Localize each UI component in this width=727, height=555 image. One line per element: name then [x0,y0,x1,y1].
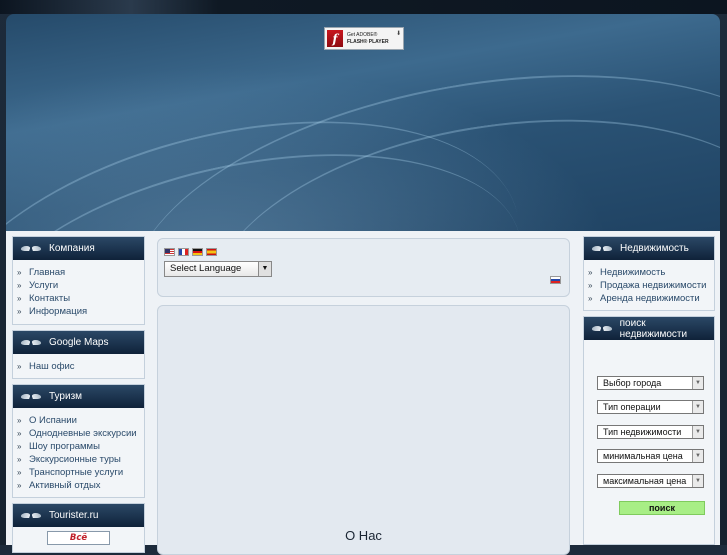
flash-get-text: Get ADOBE® [347,31,378,38]
property-type-select[interactable]: Тип недвижимости ▼ [597,425,704,439]
language-select-value: Select Language [170,263,242,274]
city-select[interactable]: Выбор города ▼ [597,376,704,390]
flash-logo-icon: f [327,30,343,47]
main-content-panel: О Нас [157,305,570,555]
get-flash-player-badge[interactable]: f Get ADOBE® FLASH® PLAYER ⬇ [324,27,404,50]
language-panel: Select Language ▼ [157,238,570,297]
search-button[interactable]: поиск [619,501,705,515]
menu-link-realty-rent[interactable]: » Аренда недвижимости [588,292,714,305]
double-arrow-icon: » [17,481,21,490]
menu-link-excursion-tours[interactable]: » Экскурсионные туры [17,453,144,466]
company-menu: Компания » Главная » Услуги » Контакты » Инф… [12,236,145,325]
tourism-header: Туризм [13,385,144,408]
max-price-select[interactable]: максимальная цена ▼ [597,474,704,488]
menu-link-office[interactable]: » Наш офис [17,360,144,373]
menu-link-info[interactable]: » Информация [17,305,144,318]
tourister-title: Tourister.ru [49,510,99,521]
realty-title: Недвижимость [620,243,689,254]
realty-menu: Недвижимость » Недвижимость » Продажа недв… [583,236,715,311]
menu-link-shows[interactable]: » Шоу программы [17,440,144,453]
company-menu-header: Компания [13,237,144,260]
chevron-down-icon: ▼ [258,262,271,276]
wings-icon [21,244,41,254]
tourism-menu: Туризм » О Испании » Однодневные экскурсии… [12,384,145,498]
double-arrow-icon: » [588,294,592,303]
wings-icon [21,511,41,521]
realty-header: Недвижимость [584,237,714,260]
double-arrow-icon: » [588,268,592,277]
chevron-down-icon: ▼ [692,426,703,438]
menu-link-about-spain[interactable]: » О Испании [17,414,144,427]
wings-icon [592,324,612,334]
realty-search-title: поиск недвижимости [619,317,688,340]
double-arrow-icon: » [17,268,21,277]
menu-link-day-tours[interactable]: » Однодневные экскурсии [17,427,144,440]
double-arrow-icon: » [17,442,21,451]
menu-link-home[interactable]: » Главная [17,266,144,279]
flag-de-icon[interactable] [192,248,203,256]
language-select[interactable]: Select Language ▼ [164,261,272,277]
chevron-down-icon: ▼ [692,401,703,413]
chevron-down-icon: ▼ [692,475,703,487]
realty-search-box: поиск недвижимости Выбор города ▼ Тип опе… [583,316,715,545]
menu-link-active-rest[interactable]: » Активный отдых [17,479,144,492]
google-maps-header: Google Maps [13,331,144,354]
double-arrow-icon: » [17,307,21,316]
operation-type-select[interactable]: Тип операции ▼ [597,400,704,414]
menu-link-services[interactable]: » Услуги [17,279,144,292]
tourister-box: Tourister.ru Всё [12,503,145,553]
chevron-down-icon: ▼ [692,377,703,389]
flash-player-text: FLASH® PLAYER [347,38,389,45]
double-arrow-icon: » [17,468,21,477]
menu-link-realty-sale[interactable]: » Продажа недвижимости [588,279,714,292]
double-arrow-icon: » [17,455,21,464]
tourism-title: Туризм [49,391,83,402]
tourister-all-button[interactable]: Всё [47,531,110,545]
double-arrow-icon: » [17,362,21,371]
menu-link-realty[interactable]: » Недвижимость [588,266,714,279]
double-arrow-icon: » [17,281,21,290]
menu-link-contacts[interactable]: » Контакты [17,292,144,305]
flag-ru-icon[interactable] [550,276,561,284]
flag-en-icon[interactable] [164,248,175,256]
min-price-select[interactable]: минимальная цена ▼ [597,449,704,463]
download-arrow-icon: ⬇ [395,30,401,37]
wings-icon [592,244,612,254]
double-arrow-icon: » [588,281,592,290]
menu-link-transport[interactable]: » Транспортные услуги [17,466,144,479]
double-arrow-icon: » [17,416,21,425]
content-area: Компания » Главная » Услуги » Контакты » Инф… [6,231,720,555]
realty-search-header: поиск недвижимости [584,317,714,340]
double-arrow-icon: » [17,294,21,303]
tourister-header: Tourister.ru [13,504,144,527]
header-banner: f Get ADOBE® FLASH® PLAYER ⬇ [6,14,720,231]
double-arrow-icon: » [17,429,21,438]
google-maps-title: Google Maps [49,337,109,348]
about-title: О Нас [345,528,382,543]
google-maps-menu: Google Maps » Наш офис [12,330,145,379]
wings-icon [21,338,41,348]
chevron-down-icon: ▼ [692,450,703,462]
top-bar [0,0,727,14]
wings-icon [21,392,41,402]
flag-fr-icon[interactable] [178,248,189,256]
company-menu-title: Компания [49,243,95,254]
flag-es-icon[interactable] [206,248,217,256]
